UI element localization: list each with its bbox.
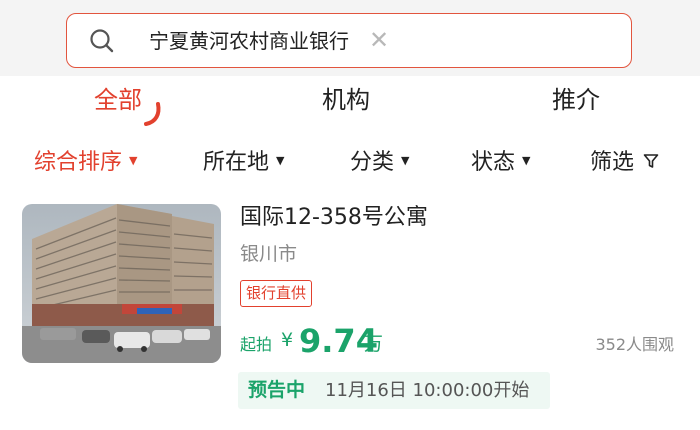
filter-more-label: 筛选 (590, 150, 635, 175)
close-icon[interactable]: ✕ (368, 28, 390, 52)
filter-sort-label: 综合排序 (34, 150, 123, 175)
caret-down-icon: ▼ (276, 154, 285, 167)
filter-funnel-icon (643, 154, 659, 168)
tab-all[interactable]: 全部 (94, 84, 142, 116)
caret-down-icon: ▼ (522, 154, 531, 167)
filter-location-label: 所在地 (203, 150, 270, 175)
price-unit: 万 (364, 333, 384, 355)
caret-down-icon: ▼ (401, 154, 410, 167)
category-tabs: 全部 机构 推介 (0, 76, 700, 132)
search-bar-area: 宁夏黄河农村商业银行 ✕ (0, 0, 700, 76)
listing-card[interactable]: 国际12-358号公寓 银川市 银行直供 起拍 ¥ 9.74 万 352人围观 … (0, 195, 700, 430)
price-row: 起拍 ¥ 9.74 万 352人围观 (240, 323, 680, 359)
listing-city: 银川市 (240, 243, 298, 265)
auction-start-time: 11月16日 10:00:00开始 (325, 380, 530, 401)
filter-status-label: 状态 (471, 150, 516, 175)
filter-sort[interactable]: 综合排序 ▼ (34, 148, 137, 178)
active-tab-indicator (144, 102, 161, 126)
currency-symbol: ¥ (281, 329, 294, 351)
filter-category[interactable]: 分类 ▼ (350, 148, 409, 178)
listing-title: 国际12-358号公寓 (240, 205, 428, 230)
filter-status[interactable]: 状态 ▼ (471, 148, 530, 178)
tab-recommend[interactable]: 推介 (552, 84, 600, 116)
caret-down-icon: ▼ (129, 154, 138, 167)
tab-institutions[interactable]: 机构 (322, 84, 370, 116)
status-badge: 银行直供 (240, 280, 313, 307)
view-count: 352人围观 (595, 335, 674, 354)
search-query-text: 宁夏黄河农村商业银行 (149, 29, 349, 53)
listing-thumbnail (22, 204, 221, 363)
filter-more[interactable]: 筛选 (590, 148, 659, 178)
auction-status: 预告中 (248, 379, 306, 401)
auction-schedule-bar: 预告中 11月16日 10:00:00开始 (238, 372, 550, 409)
price-label: 起拍 (240, 335, 273, 354)
filter-location[interactable]: 所在地 ▼ (203, 148, 284, 178)
filter-bar: 综合排序 ▼ 所在地 ▼ 分类 ▼ 状态 ▼ 筛选 (0, 140, 700, 190)
search-input[interactable]: 宁夏黄河农村商业银行 ✕ (66, 13, 632, 68)
search-icon (90, 29, 114, 53)
filter-category-label: 分类 (350, 150, 395, 175)
